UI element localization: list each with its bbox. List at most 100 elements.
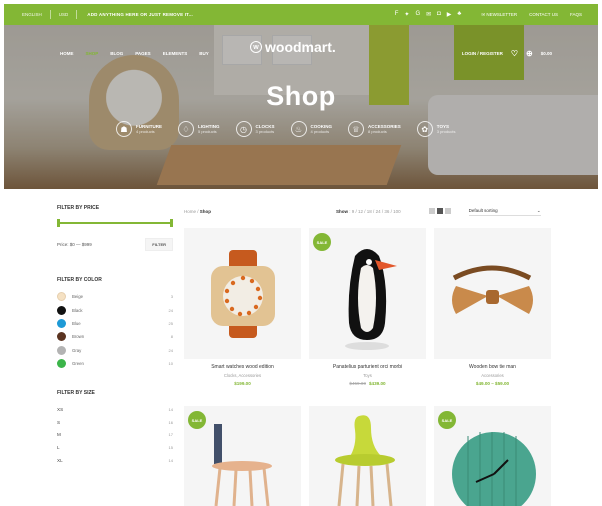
color-count: 8 <box>170 334 173 340</box>
twitter-icon[interactable]: ✦ <box>404 11 409 18</box>
nav-item-buy[interactable]: BUY <box>199 51 209 56</box>
google-plus-icon[interactable]: G <box>415 11 420 18</box>
color-name: Black <box>72 307 83 313</box>
product-card[interactable]: SALE <box>434 406 551 506</box>
size-count: 14 <box>168 407 173 413</box>
instagram-icon[interactable]: ◘ <box>437 11 441 18</box>
language-selector[interactable]: ENGLISH <box>14 12 50 17</box>
color-filter-item[interactable]: Black 24 <box>57 303 173 316</box>
nav-item-home[interactable]: HOME <box>60 51 74 56</box>
product-image[interactable]: SALE <box>184 406 301 506</box>
product-image[interactable]: SALE <box>309 228 426 359</box>
product-card[interactable]: Smart watches wood edition Clocks, Acces… <box>184 228 301 386</box>
color-name: Gray <box>72 347 82 353</box>
facebook-icon[interactable]: f <box>395 11 399 18</box>
per-page-selector[interactable]: Show : 9 / 12 / 18 / 24 / 36 / 100 <box>336 209 401 214</box>
nav-item-shop[interactable]: SHOP <box>86 51 99 56</box>
price-slider-max-handle[interactable] <box>170 219 173 227</box>
color-name: Beige <box>72 294 83 300</box>
product-card[interactable]: SALE <box>184 406 301 506</box>
category-lighting[interactable]: ♢ LIGHTING 5 products <box>178 121 220 137</box>
email-icon[interactable]: ✉ <box>426 11 431 18</box>
view-switcher[interactable] <box>428 208 451 214</box>
size-filter-title: FILTER BY SIZE <box>57 390 95 397</box>
product-name[interactable]: Panatelius parturient orci morbi <box>309 364 426 370</box>
color-filter-item[interactable]: Beige 3 <box>57 290 173 303</box>
product-name[interactable]: Wooden bow tie man <box>434 364 551 370</box>
product-category[interactable]: Toys <box>309 373 426 378</box>
grid-2-icon[interactable] <box>428 208 435 214</box>
product-category[interactable]: Accessories <box>434 373 551 378</box>
filter-button[interactable]: FILTER <box>145 238 173 251</box>
size-filter-list: XS 14 S 16 M 17 L 15 XL 14 <box>57 403 173 466</box>
stool-image <box>335 415 395 506</box>
grid-3-icon[interactable] <box>436 208 443 214</box>
color-filter-item[interactable]: Brown 8 <box>57 330 173 343</box>
heart-icon[interactable]: ♡ <box>511 49 518 58</box>
lighting-icon: ♢ <box>178 121 194 137</box>
cart-total[interactable]: $0.00 <box>541 51 552 56</box>
product-category[interactable]: Clocks, Accessories <box>184 373 301 378</box>
old-price: $459.00 <box>349 381 366 386</box>
sale-badge: SALE <box>313 233 331 251</box>
product-image[interactable] <box>434 228 551 359</box>
shop-toolbar: Home / Shop Show : 9 / 12 / 18 / 24 / 36… <box>184 206 550 216</box>
product-image[interactable] <box>184 228 301 359</box>
contact-link[interactable]: CONTACT US <box>523 12 564 17</box>
currency-selector[interactable]: USD <box>51 12 77 17</box>
faqs-link[interactable]: FAQS <box>564 12 588 17</box>
color-swatch <box>57 359 66 369</box>
color-filter-item[interactable]: Gray 24 <box>57 344 173 357</box>
social-links: f ✦ G ✉ ◘ ▶ ♣ <box>395 11 462 18</box>
sort-select[interactable]: Default sorting ⌄ <box>468 206 541 216</box>
nav-item-pages[interactable]: PAGES <box>135 51 150 56</box>
product-image[interactable] <box>309 406 426 506</box>
color-swatch <box>57 318 66 328</box>
category-toys[interactable]: ✿ TOYS 3 products <box>416 121 455 137</box>
sale-badge: SALE <box>188 411 206 429</box>
cart-icon[interactable]: ⊕ <box>526 49 533 58</box>
color-name: Blue <box>72 320 81 326</box>
grid-4-icon[interactable] <box>444 208 451 214</box>
size-filter-item[interactable]: XS 14 <box>57 403 173 416</box>
nav-item-blog[interactable]: BLOG <box>110 51 123 56</box>
product-name[interactable]: Smart watches wood edition <box>184 364 301 370</box>
price-slider-min-handle[interactable] <box>57 219 60 227</box>
size-count: 16 <box>168 419 173 425</box>
size-name: M <box>57 432 61 438</box>
furniture-icon: ☗ <box>116 121 132 137</box>
size-filter-item[interactable]: M 17 <box>57 429 173 442</box>
size-count: 17 <box>168 432 173 438</box>
brand-logo[interactable]: w woodmart. <box>250 39 336 55</box>
product-card[interactable] <box>309 406 426 506</box>
chevron-down-icon: ⌄ <box>536 207 541 213</box>
size-filter-item[interactable]: S 16 <box>57 416 173 429</box>
category-accessories[interactable]: ♕ ACCESSORIES 8 products <box>348 121 401 137</box>
pinterest-icon[interactable]: ♣ <box>457 11 461 18</box>
price-filter-title: FILTER BY PRICE <box>57 205 100 211</box>
filter-sidebar: FILTER BY PRICE Price: $0 — $999 FILTER … <box>57 205 173 466</box>
product-card[interactable]: Wooden bow tie man Accessories $49.00 – … <box>434 228 551 386</box>
product-price: $459.00 $439.00 <box>349 381 386 386</box>
page-title: Shop <box>266 81 336 111</box>
color-filter-item[interactable]: Green 10 <box>57 357 173 370</box>
product-image[interactable]: SALE <box>434 406 551 506</box>
breadcrumb-home[interactable]: Home <box>184 209 196 214</box>
nav-item-elements[interactable]: ELEMENTS <box>163 51 188 56</box>
size-filter-item[interactable]: XL 14 <box>57 454 173 467</box>
price-slider[interactable] <box>57 218 173 228</box>
category-furniture[interactable]: ☗ FURNITURE 4 products <box>116 121 162 137</box>
color-filter-item[interactable]: Blue 25 <box>57 317 173 330</box>
product-card[interactable]: SALE Panatelius parturient orci morbi To… <box>309 228 426 386</box>
login-link[interactable]: LOGIN / REGISTER <box>462 51 503 56</box>
size-filter-item[interactable]: L 15 <box>57 441 173 454</box>
color-name: Green <box>72 361 84 367</box>
top-bar: ENGLISH USD ADD ANYTHING HERE OR JUST RE… <box>4 4 598 25</box>
newsletter-link[interactable]: ✉ NEWSLETTER <box>475 12 523 18</box>
youtube-icon[interactable]: ▶ <box>447 11 452 18</box>
category-clocks[interactable]: ◷ CLOCKS 3 products <box>235 121 275 137</box>
color-count: 24 <box>168 347 173 353</box>
category-cooking[interactable]: ♨ COOKING 4 products <box>290 121 332 137</box>
color-name: Brown <box>72 334 85 340</box>
accessories-icon: ♕ <box>348 121 365 137</box>
